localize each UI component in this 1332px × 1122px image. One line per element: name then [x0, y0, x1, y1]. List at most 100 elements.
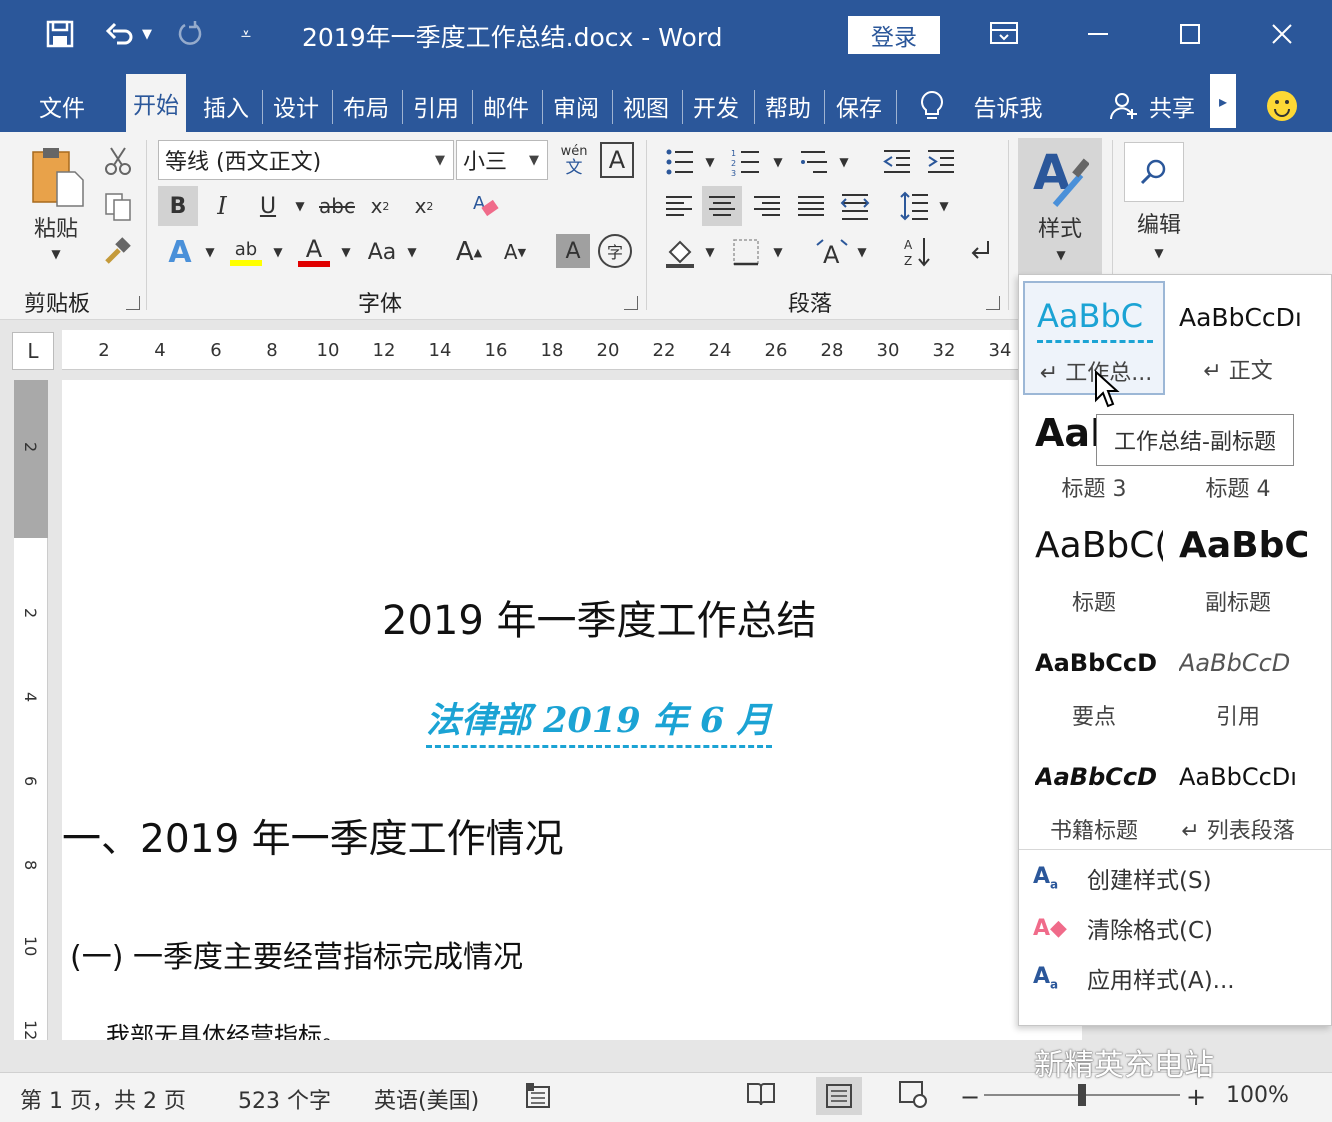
- cut-icon[interactable]: [100, 144, 136, 178]
- tab-file[interactable]: 文件: [22, 80, 102, 132]
- login-button[interactable]: 登录: [848, 16, 940, 54]
- text-effects-dropdown-icon[interactable]: ▼: [200, 242, 220, 262]
- maximize-icon[interactable]: [1170, 14, 1210, 54]
- line-spacing-dropdown-icon[interactable]: ▼: [936, 198, 952, 214]
- subscript-icon[interactable]: x2: [362, 186, 398, 226]
- save-icon[interactable]: [40, 14, 80, 54]
- styles-dropdown-icon[interactable]: ▼: [1052, 246, 1070, 264]
- change-case-icon[interactable]: Aa: [362, 232, 402, 272]
- customize-qat-icon[interactable]: ⩡: [226, 14, 266, 54]
- multilevel-list-dropdown-icon[interactable]: ▼: [836, 154, 852, 170]
- style-item-book-title[interactable]: AaBbCcD 书籍标题: [1023, 741, 1165, 855]
- editing-dropdown-icon[interactable]: ▼: [1150, 244, 1168, 262]
- paste-dropdown-icon[interactable]: ▼: [46, 244, 66, 264]
- zoom-in-button[interactable]: +: [1186, 1083, 1206, 1111]
- tab-review[interactable]: 审阅: [544, 80, 608, 132]
- tab-home[interactable]: 开始: [126, 74, 186, 132]
- line-spacing-icon[interactable]: [896, 188, 934, 224]
- align-center-icon[interactable]: [702, 186, 742, 226]
- show-formatting-marks-icon[interactable]: [962, 232, 1000, 272]
- tab-design[interactable]: 设计: [264, 80, 328, 132]
- distributed-icon[interactable]: [836, 186, 874, 226]
- underline-dropdown-icon[interactable]: ▼: [290, 196, 310, 216]
- italic-icon[interactable]: I: [204, 186, 240, 226]
- phonetic-guide-icon[interactable]: wén 文: [554, 140, 594, 180]
- underline-icon[interactable]: U: [248, 186, 288, 226]
- redo-icon[interactable]: [170, 14, 210, 54]
- document-subtitle-text[interactable]: 法律部 2019 年 6 月: [426, 692, 772, 748]
- apply-styles-menu-item[interactable]: Aa 应用样式(A)...: [1019, 955, 1331, 1001]
- chinese-layout-dropdown-icon[interactable]: ▼: [854, 244, 870, 260]
- ribbon-display-icon[interactable]: [984, 14, 1024, 54]
- undo-icon[interactable]: [100, 14, 140, 54]
- style-item-list-paragraph[interactable]: AaBbCcDı ↵ 列表段落: [1167, 741, 1309, 855]
- paste-button[interactable]: 粘贴: [26, 212, 86, 242]
- grow-font-icon[interactable]: A ▲: [450, 232, 488, 272]
- paste-icon[interactable]: [24, 142, 90, 212]
- font-name-dropdown-icon[interactable]: ▼: [435, 153, 445, 168]
- paragraph-dialog-launcher-icon[interactable]: [986, 296, 1000, 310]
- copy-icon[interactable]: [100, 190, 136, 224]
- style-item-strong[interactable]: AaBbCcD 要点: [1023, 627, 1165, 741]
- clear-formatting-menu-item[interactable]: A◆ 清除格式(C): [1019, 905, 1331, 951]
- document-heading-1[interactable]: 一、2019 年一季度工作情况: [62, 808, 564, 864]
- font-color-icon[interactable]: A: [294, 232, 334, 272]
- share-button[interactable]: 共享: [1144, 80, 1200, 132]
- shrink-font-icon[interactable]: A ▼: [496, 232, 534, 272]
- superscript-icon[interactable]: x2: [406, 186, 442, 226]
- bullets-dropdown-icon[interactable]: ▼: [702, 154, 718, 170]
- decrease-indent-icon[interactable]: [878, 144, 916, 180]
- chinese-layout-icon[interactable]: A: [810, 232, 854, 272]
- clear-formatting-icon[interactable]: A: [466, 186, 506, 226]
- style-item-quote[interactable]: AaBbCcD 引用: [1167, 627, 1309, 741]
- tab-mailings[interactable]: 邮件: [474, 80, 538, 132]
- bold-icon[interactable]: B: [158, 186, 198, 226]
- style-item-title[interactable]: AaBbC( 标题: [1023, 513, 1165, 627]
- shading-icon[interactable]: [660, 232, 700, 272]
- tab-tell-me[interactable]: 告诉我: [960, 80, 1056, 132]
- font-size-select[interactable]: 小三 ▼: [456, 140, 548, 180]
- numbering-icon[interactable]: 123: [726, 144, 766, 180]
- align-left-icon[interactable]: [660, 188, 698, 224]
- tab-view[interactable]: 视图: [614, 80, 678, 132]
- find-magnifier-icon[interactable]: [1124, 142, 1184, 202]
- sort-icon[interactable]: AZ: [898, 232, 936, 272]
- shading-dropdown-icon[interactable]: ▼: [702, 244, 718, 260]
- increase-indent-icon[interactable]: [922, 144, 960, 180]
- macro-record-icon[interactable]: [524, 1081, 552, 1117]
- character-border-icon[interactable]: A: [600, 142, 634, 178]
- zoom-out-button[interactable]: −: [960, 1083, 980, 1111]
- numbering-dropdown-icon[interactable]: ▼: [770, 154, 786, 170]
- font-color-dropdown-icon[interactable]: ▼: [336, 242, 356, 262]
- tab-save[interactable]: 保存: [826, 80, 892, 132]
- text-highlight-dropdown-icon[interactable]: ▼: [268, 242, 288, 262]
- lightbulb-icon[interactable]: [912, 80, 952, 132]
- create-style-menu-item[interactable]: Aa 创建样式(S): [1019, 855, 1331, 901]
- minimize-icon[interactable]: [1078, 14, 1118, 54]
- print-layout-icon[interactable]: [816, 1077, 862, 1115]
- word-count[interactable]: 523 个字: [238, 1083, 331, 1115]
- document-heading-2[interactable]: (一) 一季度主要经营指标完成情况: [70, 932, 523, 976]
- clipboard-dialog-launcher-icon[interactable]: [126, 296, 140, 310]
- strikethrough-icon[interactable]: abc: [316, 186, 358, 226]
- text-effects-icon[interactable]: A: [160, 232, 200, 272]
- tab-layout[interactable]: 布局: [334, 80, 398, 132]
- character-shading-icon[interactable]: A: [556, 234, 590, 268]
- language-indicator[interactable]: 英语(美国): [374, 1083, 479, 1115]
- tab-references[interactable]: 引用: [404, 80, 468, 132]
- web-layout-icon[interactable]: [898, 1079, 928, 1115]
- enclose-characters-icon[interactable]: 字: [598, 234, 632, 268]
- borders-icon[interactable]: [726, 232, 766, 272]
- bullets-icon[interactable]: [660, 144, 700, 180]
- format-painter-icon[interactable]: [100, 234, 136, 268]
- close-icon[interactable]: [1262, 14, 1302, 54]
- styles-icon[interactable]: A: [1030, 142, 1090, 212]
- tab-developer[interactable]: 开发: [684, 80, 748, 132]
- read-mode-icon[interactable]: [746, 1079, 776, 1115]
- document-page[interactable]: 2019 年一季度工作总结 法律部 2019 年 6 月 一、2019 年一季度…: [62, 380, 1082, 1040]
- horizontal-ruler[interactable]: 2 4 6 8 10 12 14 16 18 20 22 24 26 28 30…: [62, 330, 1020, 370]
- document-title-text[interactable]: 2019 年一季度工作总结: [382, 588, 817, 646]
- page-count[interactable]: 第 1 页，共 2 页: [20, 1083, 186, 1115]
- style-item-normal[interactable]: AaBbCcDı ↵ 正文: [1167, 281, 1309, 395]
- style-item-subtitle[interactable]: AaBbC( 副标题: [1167, 513, 1309, 627]
